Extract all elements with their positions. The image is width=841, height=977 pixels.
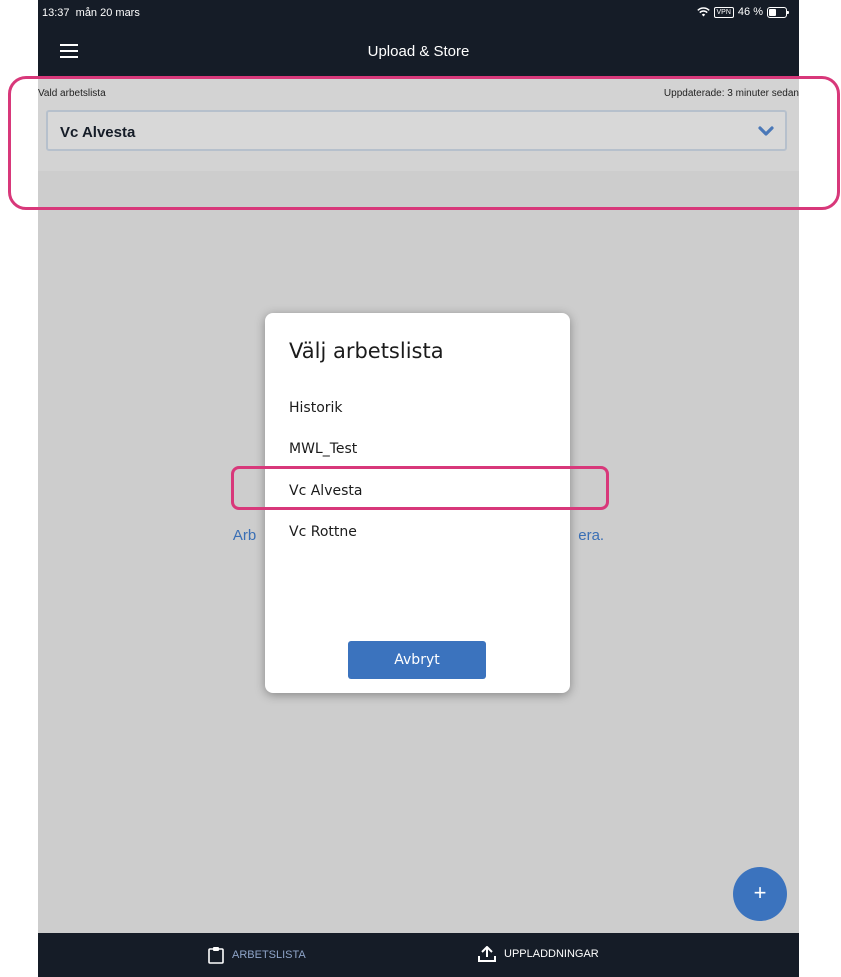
- status-time: 13:37 mån 20 mars: [42, 7, 140, 19]
- nav-uploads[interactable]: UPPLADDNINGAR: [478, 946, 599, 962]
- worklist-selected-value: Vc Alvesta: [60, 124, 136, 141]
- updated-text: Uppdaterade: 3 minuter sedan: [663, 88, 799, 99]
- vpn-badge: VPN: [713, 6, 734, 18]
- nav-worklist-label: ARBETSLISTA: [232, 949, 306, 961]
- nav-uploads-label: UPPLADDNINGAR: [504, 948, 599, 960]
- option-historik[interactable]: Historik: [289, 400, 343, 416]
- add-button[interactable]: +: [733, 867, 787, 921]
- wifi-icon: [696, 7, 710, 17]
- worklist-dialog: Välj arbetslista Historik MWL_Test Vc Al…: [265, 313, 570, 693]
- app-title: Upload & Store: [367, 43, 470, 60]
- device-screen: 13:37 mån 20 mars VPN 46 % Upload & Stor…: [38, 0, 799, 977]
- battery-percent: 46 %: [737, 6, 763, 18]
- nav-worklist[interactable]: ARBETSLISTA: [208, 946, 306, 964]
- hint-right: era.: [578, 527, 605, 544]
- worklist-select[interactable]: Vc Alvesta: [46, 110, 787, 151]
- option-mwl-test[interactable]: MWL_Test: [289, 441, 357, 457]
- status-right: VPN 46 %: [696, 6, 789, 18]
- battery-icon: [767, 6, 789, 18]
- upload-icon: [478, 946, 496, 962]
- status-bar: 13:37 mån 20 mars VPN 46 %: [38, 0, 799, 28]
- chevron-down-icon: [758, 126, 774, 136]
- clipboard-icon: [208, 947, 224, 964]
- cancel-button[interactable]: Avbryt: [348, 641, 486, 679]
- worklist-label: Vald arbetslista: [38, 88, 106, 99]
- dialog-title: Välj arbetslista: [289, 339, 444, 363]
- option-vc-rottne[interactable]: Vc Rottne: [289, 524, 357, 540]
- bottom-nav: ARBETSLISTA UPPLADDNINGAR: [38, 933, 799, 977]
- app-bar: Upload & Store: [38, 28, 799, 76]
- option-vc-alvesta[interactable]: Vc Alvesta: [289, 483, 362, 499]
- hint-left: Arb: [232, 527, 257, 544]
- worklist-header: Vald arbetslista Uppdaterade: 3 minuter …: [38, 76, 799, 171]
